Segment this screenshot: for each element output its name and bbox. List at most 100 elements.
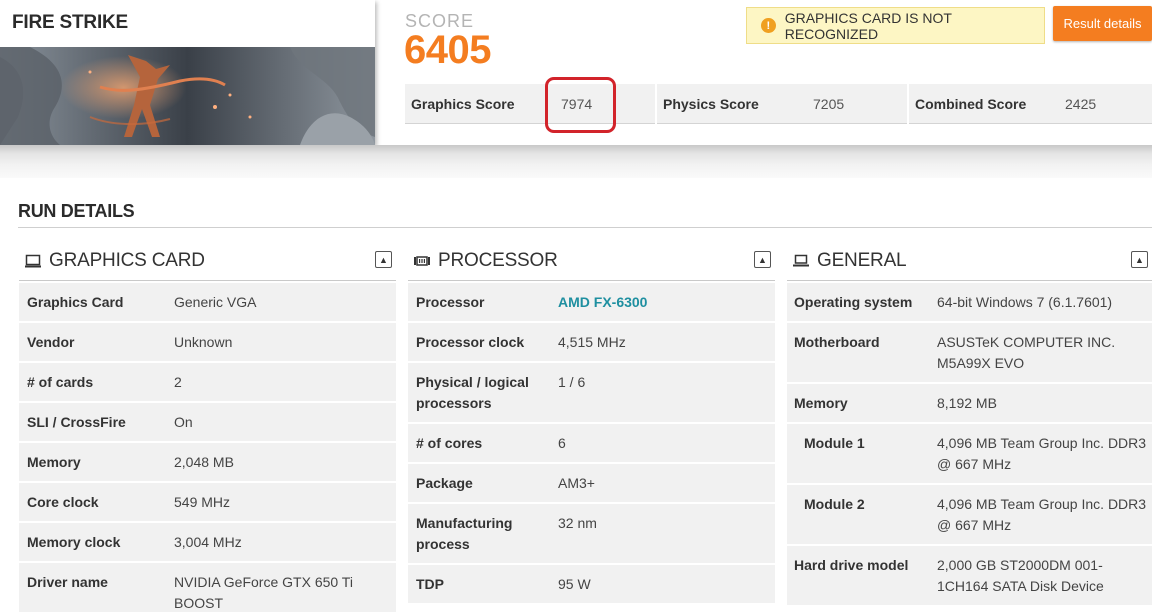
row-key: Module 2 <box>804 496 865 512</box>
row-key: TDP <box>416 576 444 592</box>
row-value: Generic VGA <box>174 294 257 310</box>
row-key: Manufacturing process <box>416 515 513 552</box>
general-panel-title: GENERAL <box>817 249 907 271</box>
system-memory-row: Memory 8,192 MB <box>787 384 1152 424</box>
row-value: NVIDIA GeForce GTX 650 Ti BOOST <box>174 574 353 611</box>
row-key: Package <box>416 475 473 491</box>
graphics-card-warning: ! GRAPHICS CARD IS NOT RECOGNIZED <box>746 7 1045 44</box>
processor-panel: PROCESSOR ▲ Processor AMD FX-6300 Proces… <box>408 241 775 605</box>
row-value: 64-bit Windows 7 (6.1.7601) <box>937 294 1113 310</box>
laptop-icon <box>793 254 811 267</box>
operating-system-row: Operating system 64-bit Windows 7 (6.1.7… <box>787 283 1152 323</box>
row-key: Hard drive model <box>794 557 909 573</box>
row-key: # of cards <box>27 374 94 390</box>
row-key: Physical / logical processors <box>416 374 529 411</box>
general-panel: GENERAL ▲ Operating system 64-bit Window… <box>787 241 1152 607</box>
row-key: Core clock <box>27 494 99 510</box>
processor-clock-row: Processor clock 4,515 MHz <box>408 323 775 363</box>
row-key: Processor <box>416 294 485 310</box>
result-header: FIRE STRIKE SCORE 6405 ! GRAPHICS CARD I… <box>0 0 1152 145</box>
row-key: Memory <box>794 395 848 411</box>
fire-strike-artwork-image <box>0 47 375 145</box>
package-row: Package AM3+ <box>408 464 775 504</box>
card-count-row: # of cards 2 <box>19 363 396 403</box>
vendor-row: Vendor Unknown <box>19 323 396 363</box>
benchmark-title: FIRE STRIKE <box>12 12 129 33</box>
cores-row: # of cores 6 <box>408 424 775 464</box>
row-value: 8,192 MB <box>937 395 997 411</box>
physics-score-value: 7205 <box>813 95 845 112</box>
warning-text: GRAPHICS CARD IS NOT RECOGNIZED <box>784 9 952 42</box>
run-details-title: RUN DETAILS <box>18 201 135 221</box>
collapse-processor-button[interactable]: ▲ <box>754 251 771 268</box>
row-value: 3,004 MHz <box>174 534 242 550</box>
row-key: SLI / CrossFire <box>27 414 126 430</box>
benchmark-card: FIRE STRIKE <box>0 0 375 145</box>
row-value: ASUSTeK COMPUTER INC. M5A99X EVO <box>937 334 1116 371</box>
header-shadow <box>0 145 1152 178</box>
row-value: On <box>174 414 193 430</box>
general-panel-header: GENERAL ▲ <box>787 241 1152 281</box>
row-value: 4,515 MHz <box>558 334 626 350</box>
row-value: 2,048 MB <box>174 454 234 470</box>
memory-clock-row: Memory clock 3,004 MHz <box>19 523 396 563</box>
row-key: Driver name <box>27 574 108 590</box>
tdp-row: TDP 95 W <box>408 565 775 605</box>
row-key: # of cores <box>416 435 483 451</box>
combined-score-cell: Combined Score 2425 <box>909 84 1152 124</box>
row-value: 95 W <box>558 576 591 592</box>
row-key: Module 1 <box>804 435 865 451</box>
manufacturing-process-row: Manufacturing process 32 nm <box>408 504 775 565</box>
row-key: Memory clock <box>27 534 121 550</box>
processor-panel-header: PROCESSOR ▲ <box>408 241 775 281</box>
row-key: Operating system <box>794 294 913 310</box>
module-1-row: Module 1 4,096 MB Team Group Inc. DDR3 @… <box>787 424 1152 485</box>
row-value: 6 <box>558 435 566 451</box>
run-details-divider <box>18 227 1152 228</box>
subscores-row: Graphics Score 7974 Physics Score 7205 C… <box>405 84 1152 124</box>
graphics-card-row: Graphics Card Generic VGA <box>19 283 396 323</box>
row-key: Graphics Card <box>27 294 124 310</box>
monitor-icon <box>25 254 43 268</box>
row-key: Processor clock <box>416 334 525 350</box>
physics-score-cell: Physics Score 7205 <box>657 84 907 124</box>
row-value: 4,096 MB Team Group Inc. DDR3 @ 667 MHz <box>937 435 1147 472</box>
graphics-score-label: Graphics Score <box>411 95 515 112</box>
row-key: Vendor <box>27 334 75 350</box>
motherboard-row: Motherboard ASUSTeK COMPUTER INC. M5A99X… <box>787 323 1152 384</box>
row-value: 2,000 GB ST2000DM 001-1CH164 SATA Disk D… <box>937 557 1104 594</box>
collapse-graphics-card-button[interactable]: ▲ <box>375 251 392 268</box>
graphics-card-panel-header: GRAPHICS CARD ▲ <box>19 241 396 281</box>
collapse-general-button[interactable]: ▲ <box>1131 251 1148 268</box>
cpu-chip-icon <box>414 255 432 267</box>
module-2-row: Module 2 4,096 MB Team Group Inc. DDR3 @… <box>787 485 1152 546</box>
row-value: AM3+ <box>558 475 595 491</box>
hard-drive-row: Hard drive model 2,000 GB ST2000DM 001-1… <box>787 546 1152 607</box>
row-value: 4,096 MB Team Group Inc. DDR3 @ 667 MHz <box>937 496 1147 533</box>
row-key: Memory <box>27 454 81 470</box>
result-details-button[interactable]: Result details <box>1053 6 1152 41</box>
graphics-card-panel: GRAPHICS CARD ▲ Graphics Card Generic VG… <box>19 241 396 612</box>
physical-logical-row: Physical / logical processors 1 / 6 <box>408 363 775 424</box>
overall-score: 6405 <box>404 28 491 72</box>
sli-crossfire-row: SLI / CrossFire On <box>19 403 396 443</box>
processor-link[interactable]: AMD FX-6300 <box>558 292 647 313</box>
graphics-score-cell: Graphics Score 7974 <box>405 84 655 124</box>
row-value: Unknown <box>174 334 233 350</box>
combined-score-value: 2425 <box>1065 95 1097 112</box>
driver-name-row: Driver name NVIDIA GeForce GTX 650 Ti BO… <box>19 563 396 612</box>
row-value: 32 nm <box>558 515 597 531</box>
processor-panel-title: PROCESSOR <box>438 249 558 271</box>
exclamation-icon: ! <box>761 18 776 33</box>
row-value: 549 MHz <box>174 494 231 510</box>
core-clock-row: Core clock 549 MHz <box>19 483 396 523</box>
benchmark-artwork <box>0 47 375 145</box>
physics-score-label: Physics Score <box>663 95 759 112</box>
row-key: Motherboard <box>794 334 880 350</box>
row-value: 2 <box>174 374 182 390</box>
graphics-score-highlight <box>545 77 616 133</box>
graphics-card-panel-title: GRAPHICS CARD <box>49 249 205 271</box>
processor-row: Processor AMD FX-6300 <box>408 283 775 323</box>
gpu-memory-row: Memory 2,048 MB <box>19 443 396 483</box>
row-value: 1 / 6 <box>558 374 586 390</box>
